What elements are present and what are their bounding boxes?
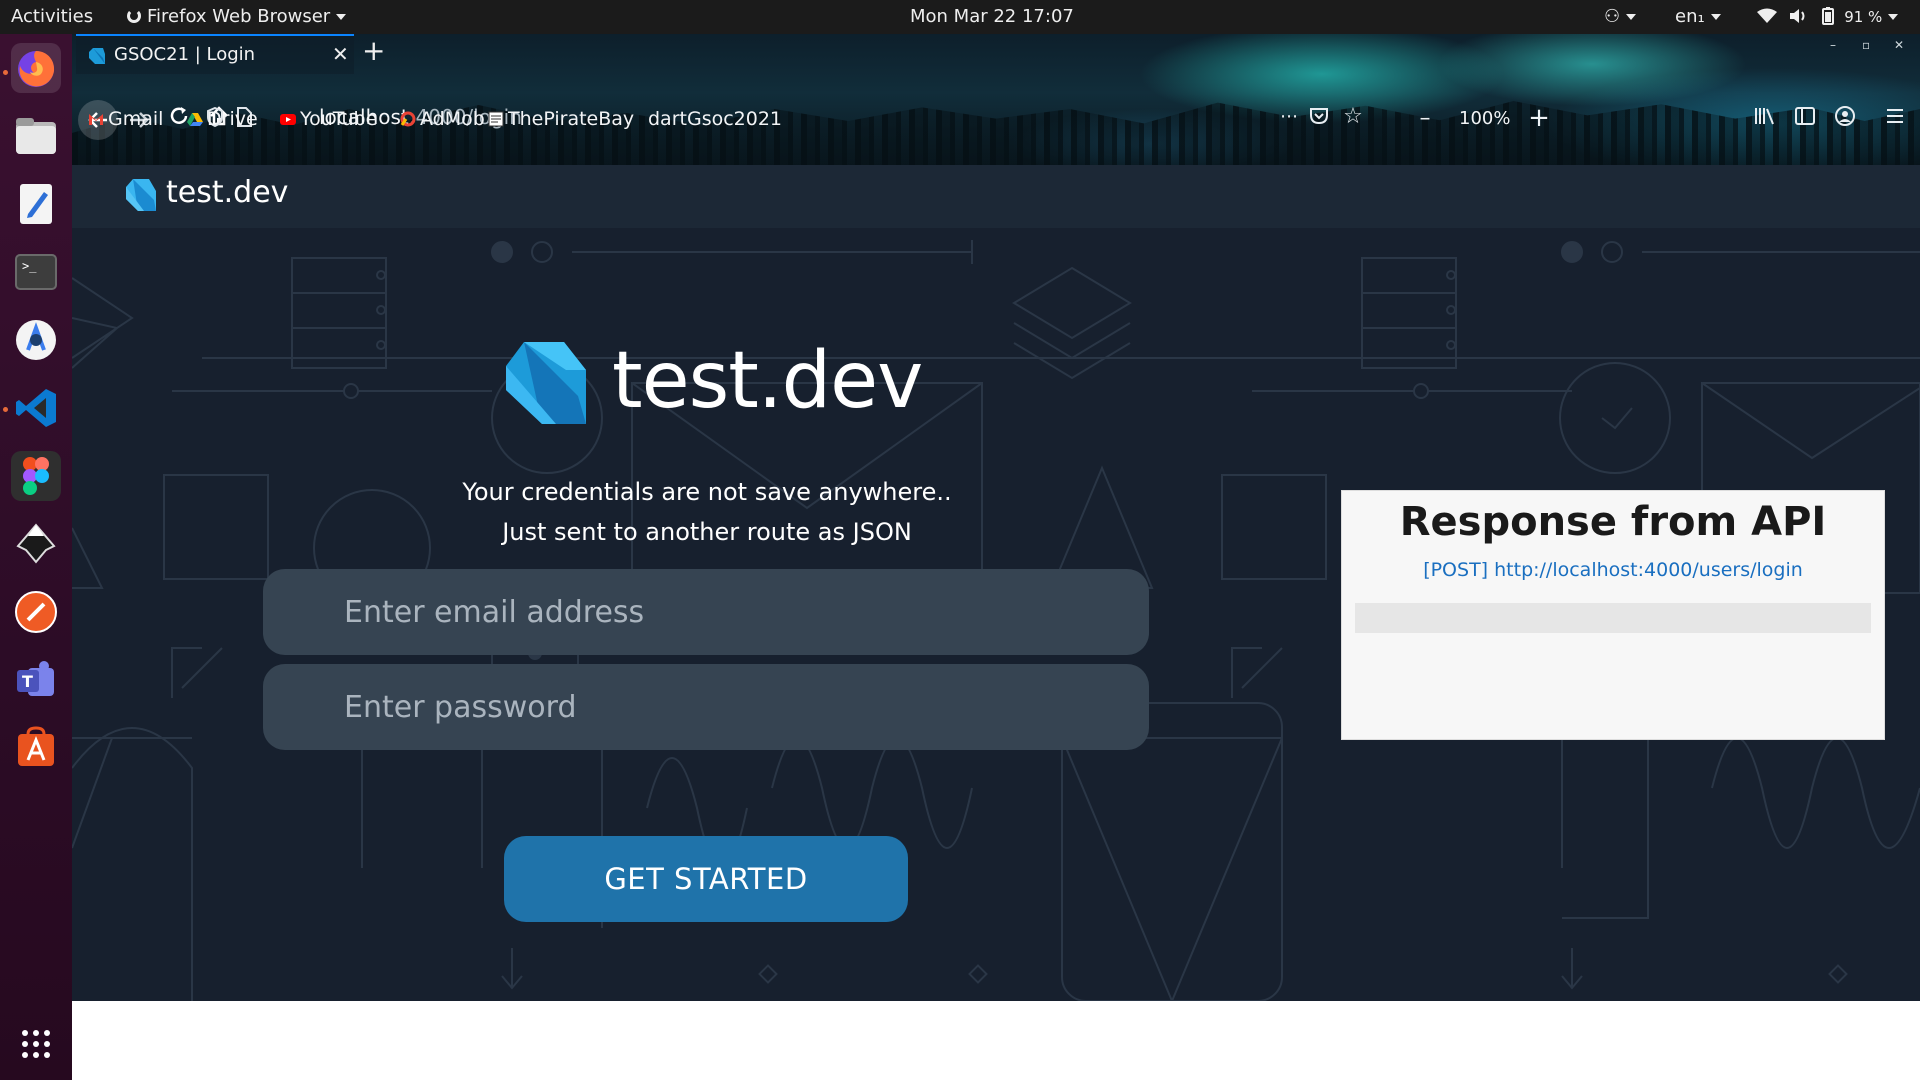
admob-icon: [400, 111, 416, 127]
dock: >_ T: [0, 34, 72, 1080]
bookmark-admob[interactable]: AdMob: [400, 108, 485, 130]
tab-title: GSOC21 | Login: [114, 44, 256, 65]
minimize-window-icon[interactable]: –: [1830, 38, 1836, 52]
activities-button[interactable]: Activities: [11, 0, 93, 34]
bookmark-gmail[interactable]: Gmail: [88, 108, 163, 130]
header-brand-title[interactable]: test.dev: [166, 175, 288, 210]
pocket-icon[interactable]: [1302, 99, 1336, 133]
dart-hero-logo-icon: [506, 342, 586, 424]
hero-title: test.dev: [612, 336, 923, 426]
hamburger-menu-icon[interactable]: [1878, 99, 1912, 133]
system-menu[interactable]: 91 %: [1757, 0, 1899, 34]
close-tab-icon[interactable]: ✕: [332, 42, 349, 66]
close-window-icon[interactable]: ✕: [1894, 38, 1904, 52]
zoom-in-button[interactable]: +: [1522, 101, 1556, 135]
disclaimer-line-2: Just sent to another route as JSON: [502, 518, 912, 546]
page-actions-icon[interactable]: ⋯: [1272, 99, 1306, 133]
accessibility-menu[interactable]: ⚇: [1604, 0, 1637, 34]
volume-icon: [1789, 9, 1805, 23]
firefox-small-icon: [127, 9, 141, 23]
zoom-level[interactable]: 100%: [1459, 108, 1510, 129]
software-center-icon[interactable]: [11, 723, 61, 773]
browser-chrome: GSOC21 | Login ✕ + – ▫ ✕ localhost:4000/…: [72, 34, 1920, 165]
chevron-down-icon: [1888, 14, 1899, 20]
app-header: test.dev: [72, 165, 1920, 228]
bookmark-dartgsoc2021[interactable]: dartGsoc2021: [648, 108, 782, 130]
sidebar-icon[interactable]: [1788, 99, 1822, 133]
youtube-icon: [280, 114, 296, 125]
clock[interactable]: Mon Mar 22 17:07: [910, 0, 1074, 34]
bookmark-drive[interactable]: Drive: [187, 108, 258, 130]
running-indicator: [3, 407, 8, 412]
teams-icon[interactable]: T: [11, 655, 61, 705]
inkscape-icon[interactable]: [11, 519, 61, 569]
new-tab-button[interactable]: +: [362, 34, 385, 67]
login-section: test.dev Your credentials are not save a…: [72, 228, 1920, 1001]
bookmark-page-icon: [488, 111, 504, 127]
system-top-bar: Activities Firefox Web Browser Mon Mar 2…: [0, 0, 1920, 34]
postman-icon[interactable]: [11, 587, 61, 637]
bookmark-label: ThePirateBay: [508, 108, 635, 130]
keyboard-layout-label: en₁: [1675, 6, 1705, 27]
api-response-title: Response from API: [1399, 499, 1827, 545]
zoom-out-button[interactable]: –: [1408, 101, 1442, 135]
firefox-icon[interactable]: [11, 43, 61, 93]
email-field[interactable]: [263, 569, 1149, 655]
svg-text:T: T: [22, 672, 33, 691]
browser-tab[interactable]: GSOC21 | Login ✕: [76, 34, 354, 74]
api-endpoint: [POST] http://localhost:4000/users/login: [1423, 559, 1803, 581]
bookmark-label: AdMob: [420, 108, 485, 130]
running-indicator: [3, 70, 8, 75]
account-icon[interactable]: [1828, 99, 1862, 133]
vscode-icon[interactable]: [11, 383, 61, 433]
battery-icon: [1822, 7, 1835, 25]
chevron-down-icon: [1626, 14, 1637, 20]
keyboard-layout-menu[interactable]: en₁: [1675, 0, 1721, 34]
bookmark-label: YouTube: [300, 108, 378, 130]
page-viewport: test.dev test.dev Your credentials are n…: [72, 165, 1920, 1080]
bookmark-star-icon[interactable]: ☆: [1336, 99, 1370, 133]
maximize-window-icon[interactable]: ▫: [1862, 38, 1870, 52]
gmail-icon: [89, 114, 103, 125]
password-field[interactable]: [263, 664, 1149, 750]
bookmark-label: dartGsoc2021: [648, 108, 783, 130]
text-editor-icon[interactable]: [11, 179, 61, 229]
chevron-down-icon: [1710, 14, 1721, 20]
drive-icon: [187, 113, 203, 126]
android-studio-icon[interactable]: [11, 315, 61, 365]
terminal-icon[interactable]: >_: [11, 247, 61, 297]
battery-percentage: 91 %: [1844, 8, 1883, 26]
dart-favicon-icon: [89, 48, 105, 64]
library-icon[interactable]: [1748, 99, 1782, 133]
bookmark-label: Gmail: [108, 108, 164, 130]
disclaimer-line-1: Your credentials are not save anywhere..: [462, 478, 952, 506]
figma-icon[interactable]: [11, 451, 61, 501]
wifi-icon: [1757, 8, 1777, 23]
svg-text:>_: >_: [22, 259, 37, 273]
chevron-down-icon: [336, 14, 347, 20]
app-menu-label: Firefox Web Browser: [147, 6, 331, 27]
bookmark-thepiratebay[interactable]: ThePirateBay: [488, 108, 634, 130]
show-applications-icon[interactable]: [11, 1019, 61, 1069]
files-icon[interactable]: [11, 111, 61, 161]
bookmark-youtube[interactable]: YouTube: [280, 108, 377, 130]
bookmark-label: Drive: [207, 108, 258, 130]
api-response-body: [1355, 603, 1871, 633]
dart-logo-icon: [126, 179, 156, 211]
app-menu[interactable]: Firefox Web Browser: [127, 0, 347, 34]
accessibility-icon: ⚇: [1604, 6, 1621, 27]
api-response-panel: Response from API [POST] http://localhos…: [1341, 490, 1885, 740]
get-started-button[interactable]: GET STARTED: [504, 836, 908, 922]
